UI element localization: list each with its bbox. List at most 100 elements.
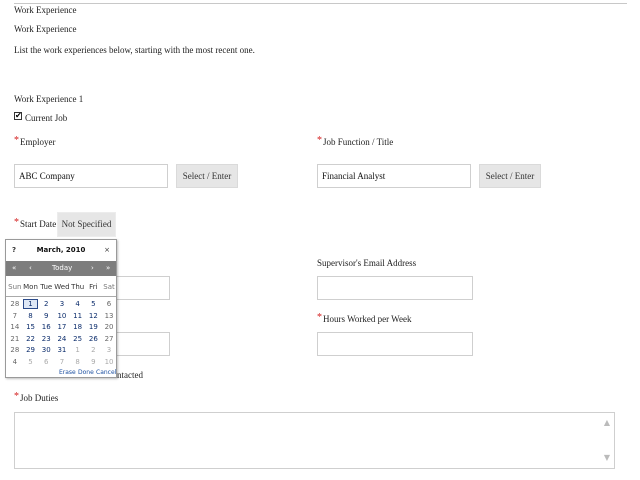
calendar-title-bar: ? March, 2010 ×	[6, 240, 116, 261]
calendar-day-cell[interactable]: 1	[22, 299, 39, 309]
calendar-day-cell[interactable]: 30	[38, 346, 54, 354]
calendar-day-cell[interactable]: 4	[7, 358, 23, 366]
date-picker-popup: ? March, 2010 × « ‹ Today › » Sun Mon Tue W…	[5, 239, 117, 378]
calendar-day-cell[interactable]: 6	[101, 300, 117, 308]
top-divider	[14, 3, 627, 4]
calendar-day-cell[interactable]: 2	[86, 346, 102, 354]
calendar-day-cell[interactable]: 23	[38, 335, 54, 343]
calendar-done-button[interactable]: Done	[78, 369, 94, 376]
calendar-day-cell[interactable]: 3	[54, 300, 70, 308]
calendar-day-cell[interactable]: 3	[101, 346, 117, 354]
calendar-day-cell[interactable]: 28	[7, 346, 23, 354]
calendar-day-cell[interactable]: 10	[54, 312, 70, 320]
calendar-day-cell[interactable]: 14	[7, 323, 23, 331]
calendar-weekday-header: Sun Mon Tue Wed Thu Fri Sat	[6, 280, 116, 296]
required-mark: *	[317, 135, 322, 146]
hours-per-week-input[interactable]	[317, 332, 473, 356]
section-title: Work Experience	[14, 24, 77, 34]
prev-month-button[interactable]: ‹	[29, 264, 32, 272]
employer-label: *Employer	[14, 135, 56, 148]
calendar-day-cell[interactable]: 2	[38, 300, 54, 308]
calendar-day-cell[interactable]: 1	[70, 346, 86, 354]
job-duties-label: *Job Duties	[14, 391, 58, 404]
calendar-day-cell[interactable]: 16	[38, 323, 54, 331]
job-duties-textarea[interactable]: ▲ ▼	[14, 412, 615, 469]
weekday-wed: Wed	[54, 283, 70, 291]
weekday-sun: Sun	[8, 283, 22, 291]
calendar-day-cell[interactable]: 21	[7, 335, 23, 343]
calendar-erase-button[interactable]: Erase	[59, 369, 76, 376]
required-mark: *	[14, 217, 19, 228]
calendar-close-icon[interactable]: ×	[104, 246, 110, 254]
calendar-day-cell[interactable]: 17	[54, 323, 70, 331]
calendar-week-row: 21 22 23 24 25 26 27	[6, 334, 116, 346]
today-button[interactable]: Today	[52, 264, 72, 272]
calendar-day-cell[interactable]: 15	[23, 323, 39, 331]
calendar-day-cell[interactable]: 5	[86, 300, 102, 308]
calendar-footer: Erase Done Cancel	[6, 368, 116, 377]
current-job-checkbox[interactable]: ✔	[14, 112, 22, 120]
job-function-input[interactable]: Financial Analyst	[317, 164, 471, 188]
calendar-week-row: 28 1 2 3 4 5 6	[6, 299, 116, 311]
supervisor-email-label: Supervisor's Email Address	[317, 258, 417, 268]
required-mark: *	[317, 312, 322, 323]
calendar-day-cell[interactable]: 18	[70, 323, 86, 331]
calendar-day-cell[interactable]: 8	[70, 358, 86, 366]
weekday-thu: Thu	[71, 283, 85, 291]
entry-title: Work Experience 1	[14, 94, 84, 104]
instructions-text: List the work experiences below, startin…	[14, 45, 255, 55]
calendar-day-cell[interactable]: 22	[23, 335, 39, 343]
calendar-week-row: 7 8 9 10 11 12 13	[6, 311, 116, 323]
calendar-cancel-button[interactable]: Cancel	[96, 369, 116, 376]
calendar-day-cell[interactable]: 28	[7, 300, 23, 308]
calendar-day-cell[interactable]: 6	[38, 358, 54, 366]
prev-year-button[interactable]: «	[12, 264, 16, 272]
start-date-label-text: Start Date	[20, 219, 57, 229]
may-be-contacted-label: ntacted	[117, 370, 143, 380]
calendar-day-cell[interactable]: 25	[70, 335, 86, 343]
employer-input[interactable]: ABC Company	[14, 164, 168, 188]
calendar-day-cell[interactable]: 8	[23, 312, 39, 320]
calendar-day-cell[interactable]: 4	[70, 300, 86, 308]
job-function-label: *Job Function / Title	[317, 135, 393, 148]
calendar-day-cell[interactable]: 24	[54, 335, 70, 343]
calendar-day-cell[interactable]: 26	[86, 335, 102, 343]
start-date-button[interactable]: Not Specified	[57, 212, 116, 237]
calendar-day-cell[interactable]: 29	[23, 346, 39, 354]
start-date-label: *Start Date	[14, 217, 57, 230]
hours-per-week-label-text: Hours Worked per Week	[323, 314, 412, 324]
calendar-day-cell[interactable]: 5	[23, 358, 39, 366]
weekday-sat: Sat	[103, 283, 115, 291]
job-function-select-button[interactable]: Select / Enter	[479, 164, 541, 188]
employer-label-text: Employer	[20, 137, 56, 147]
calendar-day-cell[interactable]: 7	[54, 358, 70, 366]
required-mark: *	[14, 135, 19, 146]
weekday-fri: Fri	[89, 283, 98, 291]
supervisor-email-input[interactable]	[317, 276, 473, 300]
next-year-button[interactable]: »	[106, 264, 110, 272]
weekday-tue: Tue	[40, 283, 53, 291]
calendar-week-row: 4 5 6 7 8 9 10	[6, 357, 116, 369]
calendar-day-cell[interactable]: 20	[101, 323, 117, 331]
current-job-label: Current Job	[25, 113, 68, 123]
calendar-day-cell[interactable]: 10	[101, 358, 117, 366]
calendar-day-cell[interactable]: 12	[86, 312, 102, 320]
calendar-divider	[6, 296, 116, 297]
next-month-button[interactable]: ›	[91, 264, 94, 272]
calendar-day-cell[interactable]: 9	[86, 358, 102, 366]
calendar-week-row: 14 15 16 17 18 19 20	[6, 322, 116, 334]
employer-select-button[interactable]: Select / Enter	[176, 164, 238, 188]
calendar-day-cell[interactable]: 7	[7, 312, 23, 320]
calendar-day-cell[interactable]: 31	[54, 346, 70, 354]
calendar-day-cell[interactable]: 9	[38, 312, 54, 320]
section-header-label: Work Experience	[14, 5, 77, 15]
scroll-up-arrow-icon[interactable]: ▲	[604, 418, 610, 427]
calendar-day-cell[interactable]: 27	[101, 335, 117, 343]
calendar-nav-bar: « ‹ Today › »	[6, 261, 116, 276]
hours-per-week-label: *Hours Worked per Week	[317, 312, 412, 325]
calendar-day-cell[interactable]: 11	[70, 312, 86, 320]
calendar-day-cell[interactable]: 19	[86, 323, 102, 331]
weekday-mon: Mon	[23, 283, 38, 291]
scroll-down-arrow-icon[interactable]: ▼	[604, 453, 610, 462]
calendar-day-cell[interactable]: 13	[101, 312, 117, 320]
